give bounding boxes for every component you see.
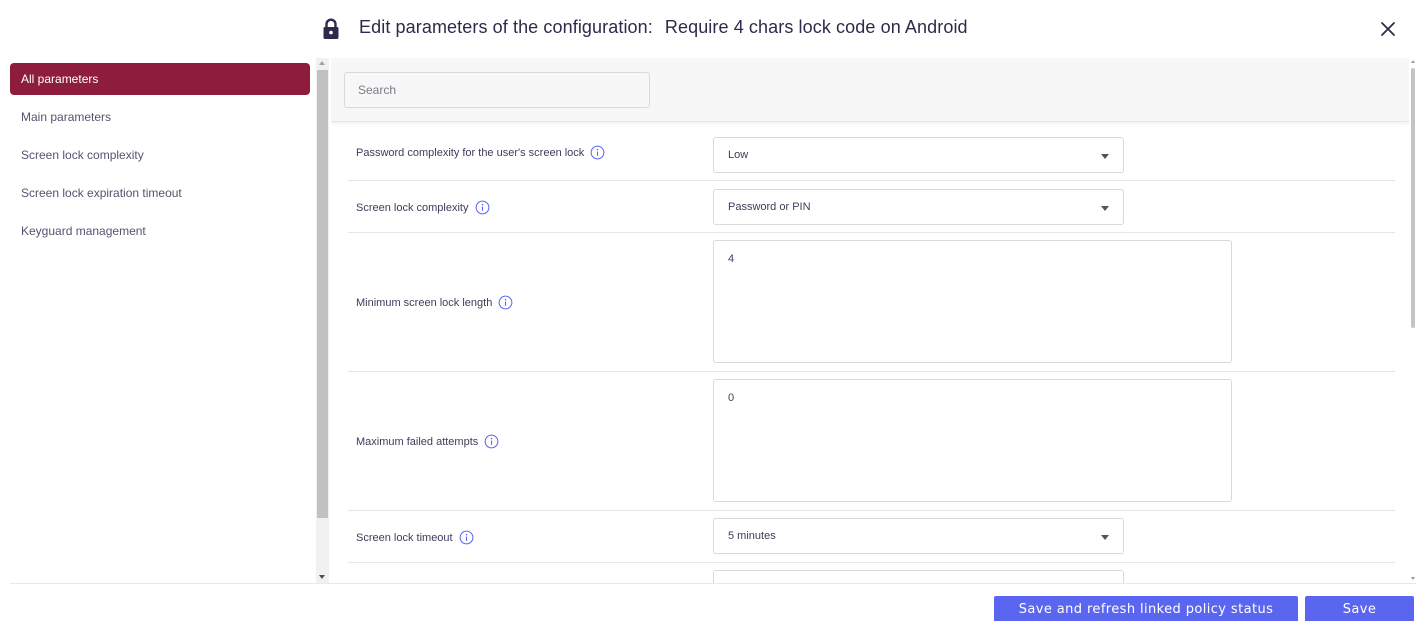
parameter-row: Minimum screen lock length [348,233,1395,372]
parameter-label-text: Password complexity for the user's scree… [356,146,585,159]
sidebar-scrollbar[interactable] [316,58,329,584]
parameter-label: Screen lock timeout [356,530,474,545]
save-button[interactable]: Save [1305,596,1414,621]
parameter-label: Minimum screen lock length [356,295,513,310]
parameter-label-text: Minimum screen lock length [356,296,493,309]
parameter-row: Maximum failed attempts [348,372,1395,511]
screen-lock-timeout-select[interactable]: 5 minutes [713,518,1124,554]
scroll-down-arrow-icon[interactable] [319,575,325,579]
info-icon[interactable] [475,200,490,215]
info-icon[interactable] [498,295,513,310]
sidebar-item-screen-lock-complexity[interactable]: Screen lock complexity [10,139,310,177]
content-scrollbar[interactable] [1409,58,1416,584]
info-icon[interactable] [484,434,499,449]
footer-divider [10,583,1416,584]
parameter-row: Screen lock timeout 5 minutes [348,511,1395,563]
sidebar-item-keyguard-management[interactable]: Keyguard management [10,215,310,253]
chevron-down-icon [1101,535,1109,540]
info-icon[interactable] [590,145,605,160]
info-icon[interactable] [459,530,474,545]
scrollbar-thumb[interactable] [1411,68,1415,328]
configuration-name: Require 4 chars lock code on Android [664,17,968,37]
parameter-row: Screen lock complexity Password or PIN [348,181,1395,233]
scrollbar-thumb[interactable] [317,70,328,518]
dialog-header: Edit parameters of the configuration: Req… [0,0,1416,58]
search-input[interactable] [344,72,650,108]
select-value: Low [728,149,749,161]
parameters-panel: Password complexity for the user's scree… [331,58,1409,584]
sidebar-item-screen-lock-expiration-timeout[interactable]: Screen lock expiration timeout [10,177,310,215]
search-bar [331,58,1409,122]
chevron-down-icon [1101,206,1109,211]
close-icon[interactable] [1378,19,1398,39]
password-complexity-select[interactable]: Low [713,137,1124,173]
scroll-up-arrow-icon[interactable] [1411,60,1415,63]
scroll-down-arrow-icon[interactable] [1411,577,1415,580]
select-value: 5 minutes [728,530,776,542]
parameter-label-text: Maximum failed attempts [356,435,479,448]
lock-icon [323,18,339,39]
screen-lock-complexity-select[interactable]: Password or PIN [713,189,1124,225]
chevron-down-icon [1101,154,1109,159]
parameter-label: Maximum failed attempts [356,434,499,449]
next-parameter-select[interactable] [713,570,1124,584]
sidebar-item-all-parameters[interactable]: All parameters [10,63,310,95]
save-and-refresh-button[interactable]: Save and refresh linked policy status [994,596,1298,621]
parameter-row [348,563,1395,584]
parameter-category-nav: All parameters Main parameters Screen lo… [10,63,310,583]
parameter-label: Screen lock complexity [356,200,490,215]
parameter-label-text: Screen lock timeout [356,531,453,544]
parameter-label: Password complexity for the user's scree… [356,145,605,160]
title-prefix: Edit parameters of the configuration: [359,17,653,37]
parameter-row: Password complexity for the user's scree… [348,124,1395,181]
scroll-up-arrow-icon[interactable] [319,61,325,65]
sidebar-item-main-parameters[interactable]: Main parameters [10,101,310,139]
minimum-screen-lock-length-field[interactable] [713,240,1232,363]
parameter-label-text: Screen lock complexity [356,201,469,214]
dialog-title: Edit parameters of the configuration: Req… [359,17,968,38]
maximum-failed-attempts-field[interactable] [713,379,1232,502]
select-value: Password or PIN [728,201,811,213]
